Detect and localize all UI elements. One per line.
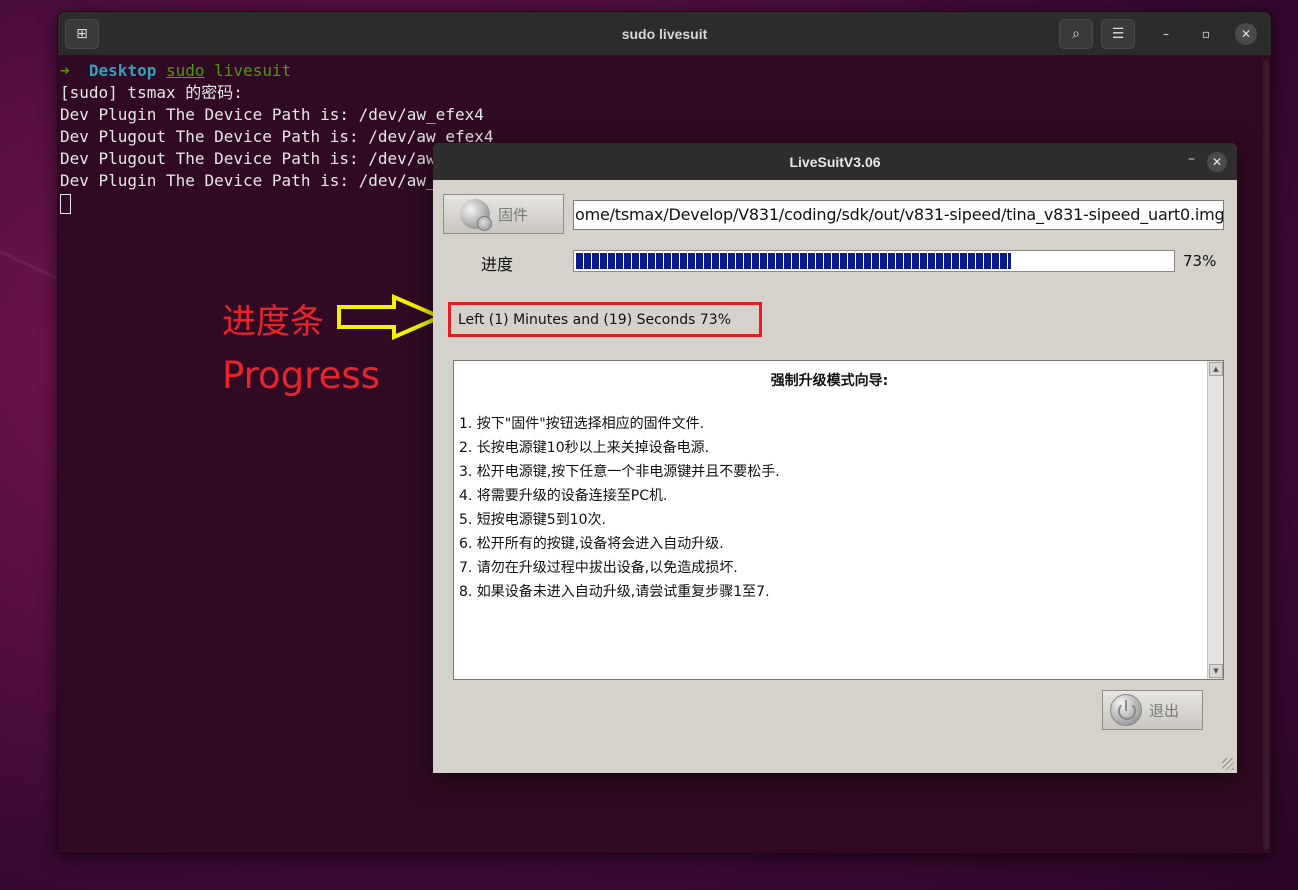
- guide-step: 7. 请勿在升级过程中拔出设备,以免造成损坏.: [459, 560, 738, 576]
- scroll-down-button[interactable]: ▼: [1209, 664, 1223, 678]
- annotation-label-en: Progress: [222, 354, 380, 397]
- prompt-arrow: ➜: [60, 61, 70, 80]
- minimize-icon: –: [1163, 27, 1169, 41]
- exit-button-label: 退出: [1149, 701, 1180, 720]
- guide-step: 5. 短按电源键5到10次.: [459, 512, 606, 528]
- annotation-label-cn: 进度条: [222, 302, 324, 342]
- annotation-arrow-icon: [337, 294, 444, 340]
- search-icon: ⌕: [1072, 26, 1080, 42]
- terminal-line: [sudo] tsmax 的密码:: [60, 83, 243, 102]
- guide-steps: 1. 按下"固件"按钮选择相应的固件文件. 2. 长按电源键10秒以上来关掉设备…: [454, 412, 1223, 604]
- livesuit-window: LiveSuitV3.06 – ✕ 固件 ome/tsmax/Develop/V…: [433, 143, 1237, 773]
- guide-step: 2. 长按电源键10秒以上来关掉设备电源.: [459, 440, 710, 456]
- firmware-button[interactable]: 固件: [443, 194, 564, 234]
- livesuit-close-button[interactable]: ✕: [1207, 152, 1227, 172]
- exit-button[interactable]: 退出: [1102, 690, 1203, 730]
- progress-label: 进度: [481, 255, 514, 274]
- close-icon: ✕: [1240, 27, 1252, 41]
- terminal-line: Dev Plugin The Device Path is: /dev/aw_e…: [60, 171, 484, 190]
- new-tab-icon: ⊞: [76, 26, 88, 42]
- maximize-button[interactable]: ▫: [1195, 23, 1217, 45]
- progress-bar-fill: [576, 253, 1012, 269]
- guide-step: 8. 如果设备未进入自动升级,请尝试重复步骤1至7.: [459, 584, 770, 600]
- livesuit-title: LiveSuitV3.06: [789, 153, 881, 170]
- terminal-line: Dev Plugout The Device Path is: /dev/aw_…: [60, 149, 494, 168]
- close-button[interactable]: ✕: [1235, 23, 1257, 45]
- guide-step: 1. 按下"固件"按钮选择相应的固件文件.: [459, 416, 705, 432]
- maximize-icon: ▫: [1201, 27, 1211, 41]
- minimize-button[interactable]: –: [1155, 23, 1177, 45]
- livesuit-minimize-button[interactable]: –: [1188, 151, 1195, 167]
- new-tab-button[interactable]: ⊞: [65, 19, 99, 49]
- progress-bar: [573, 250, 1175, 272]
- hamburger-icon: ☰: [1111, 26, 1125, 42]
- terminal-title: sudo livesuit: [621, 25, 708, 42]
- prompt-directory: Desktop: [88, 61, 157, 80]
- resize-grip[interactable]: [1222, 758, 1234, 770]
- terminal-cursor: [60, 193, 71, 214]
- command-sudo[interactable]: sudo: [166, 61, 205, 80]
- scroll-up-button[interactable]: ▲: [1209, 362, 1223, 376]
- time-remaining: Left (1) Minutes and (19) Seconds 73%: [448, 302, 762, 337]
- firmware-button-label: 固件: [498, 205, 529, 224]
- firmware-path-field[interactable]: ome/tsmax/Develop/V831/coding/sdk/out/v8…: [573, 200, 1224, 230]
- guide-step: 4. 将需要升级的设备连接至PC机.: [459, 488, 668, 504]
- livesuit-titlebar: LiveSuitV3.06 – ✕: [433, 143, 1237, 180]
- time-remaining-text: Left (1) Minutes and (19) Seconds 73%: [458, 311, 731, 328]
- guide-scrollbar[interactable]: ▲ ▼: [1207, 361, 1223, 679]
- close-icon: ✕: [1211, 155, 1223, 169]
- command-livesuit: livesuit: [214, 61, 292, 80]
- terminal-titlebar: ⊞ sudo livesuit ⌕ ☰ – ▫ ✕: [58, 12, 1271, 56]
- guide-step: 6. 松开所有的按键,设备将会进入自动升级.: [459, 536, 724, 552]
- power-icon: [1110, 694, 1142, 726]
- terminal-line: Dev Plugout The Device Path is: /dev/aw_…: [60, 127, 494, 146]
- terminal-line: Dev Plugin The Device Path is: /dev/aw_e…: [60, 105, 484, 124]
- search-button[interactable]: ⌕: [1059, 19, 1093, 49]
- menu-button[interactable]: ☰: [1101, 19, 1135, 49]
- terminal-scrollbar[interactable]: [1263, 60, 1269, 850]
- globe-download-icon: [460, 199, 492, 231]
- guide-step: 3. 松开电源键,按下任意一个非电源键并且不要松手.: [459, 464, 780, 480]
- progress-percent: 73%: [1183, 252, 1217, 270]
- guide-title: 强制升级模式向导:: [770, 373, 889, 389]
- upgrade-guide-panel[interactable]: 强制升级模式向导: 1. 按下"固件"按钮选择相应的固件文件. 2. 长按电源键…: [453, 360, 1224, 680]
